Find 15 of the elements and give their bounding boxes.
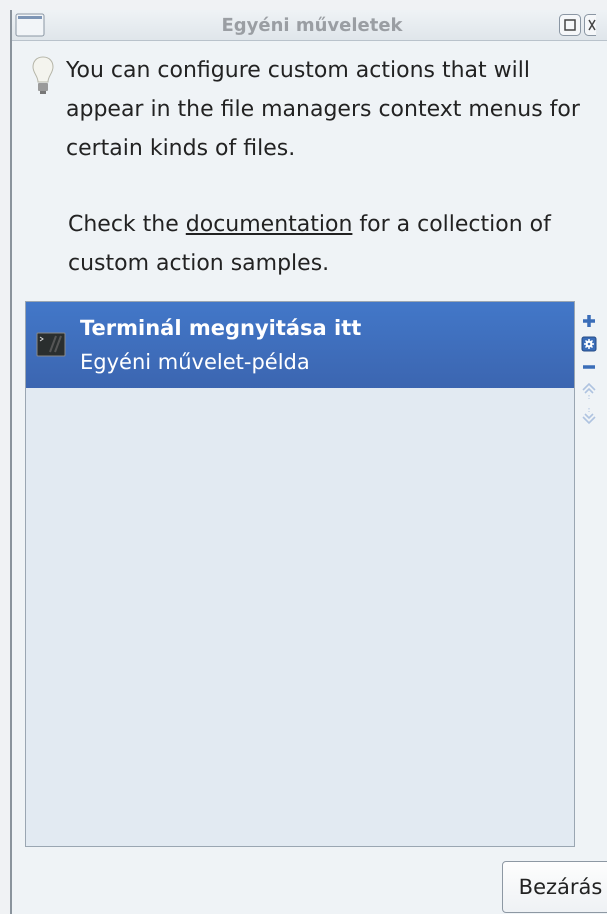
maximize-icon[interactable] xyxy=(559,14,581,36)
documentation-link[interactable]: documentation xyxy=(186,212,352,237)
terminal-icon xyxy=(36,332,66,358)
documentation-text: Check the documentation for a collection of custom action samples. xyxy=(68,211,552,278)
action-description: Egyéni művelet-példa xyxy=(80,349,311,376)
window-title: Egyéni műveletek xyxy=(220,14,404,36)
close-icon[interactable] xyxy=(584,14,596,36)
settings-icon[interactable] xyxy=(581,336,597,352)
window-icon xyxy=(15,13,45,37)
lightbulb-icon xyxy=(32,55,54,95)
add-icon[interactable] xyxy=(581,313,597,329)
action-name: Terminál megnyitása itt xyxy=(80,315,362,342)
action-item[interactable]: Terminál megnyitása itt Egyéni művelet-példa xyxy=(26,302,574,388)
intro-text: You can configure custom actions that will appear in the file managers context menus for certain kinds of files. xyxy=(66,57,581,163)
close-button[interactable]: Bezárás xyxy=(502,861,607,913)
